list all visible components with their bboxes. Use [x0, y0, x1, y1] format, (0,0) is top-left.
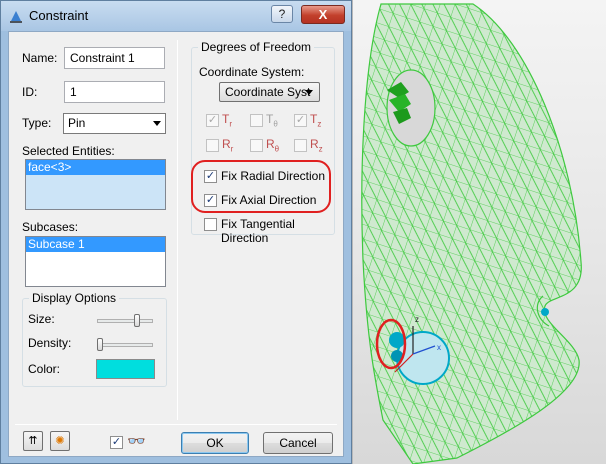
tz-label: Tz [310, 112, 321, 128]
rr-main: R [222, 137, 231, 151]
ttheta-label: Tθ [266, 112, 278, 128]
rz-main: R [310, 137, 319, 151]
rz-sub: z [318, 144, 323, 154]
chevron-down-icon [305, 90, 313, 95]
rtheta-sub: θ [274, 144, 280, 154]
subcases-list[interactable]: Subcase 1 [25, 236, 166, 287]
collapse-icon: ⇈ [28, 435, 38, 447]
density-slider-thumb[interactable] [97, 338, 103, 351]
rr-label: Rr [222, 137, 233, 153]
rtheta-checkbox [250, 139, 263, 152]
tr-label: Tr [222, 112, 232, 128]
type-label: Type: [22, 116, 52, 130]
list-item[interactable]: face<3> [26, 160, 165, 175]
selected-entities-list[interactable]: face<3> [25, 159, 166, 210]
id-label: ID: [22, 85, 38, 99]
selected-entities-label: Selected Entities: [22, 144, 115, 158]
density-label: Density: [28, 336, 72, 350]
rtheta-label: Rθ [266, 137, 279, 153]
svg-text:z: z [415, 315, 419, 324]
list-item[interactable]: Subcase 1 [26, 237, 165, 252]
tz-checkbox: ✓ [294, 114, 307, 127]
tz-sub: z [317, 119, 322, 129]
help-button[interactable]: ? [271, 5, 293, 23]
highlight-ring-fix-options [191, 160, 331, 213]
type-select-value: Pin [68, 116, 86, 130]
coordinate-system-value: Coordinate Syst [225, 85, 311, 99]
name-field[interactable]: Constraint 1 [64, 47, 165, 69]
glasses-icon: 👓 [127, 433, 146, 450]
footer-divider [15, 424, 337, 425]
fix-tangential-label: Fix Tangential Direction [221, 217, 295, 245]
constraint-app-icon [10, 11, 22, 23]
chevron-down-icon [153, 121, 161, 126]
size-label: Size: [28, 312, 55, 326]
display-options-title: Display Options [29, 291, 120, 305]
rz-label: Rz [310, 137, 323, 153]
model-viewport[interactable]: z x [352, 0, 606, 464]
ttheta-checkbox [250, 114, 263, 127]
constraint-dialog: Constraint ? X Name: Constraint 1 ID: 1 … [0, 0, 352, 464]
density-slider[interactable] [97, 343, 153, 347]
rz-checkbox [294, 139, 307, 152]
rtheta-main: R [266, 137, 275, 151]
list-selection-fill [26, 175, 165, 209]
color-label: Color: [28, 362, 61, 376]
star-button[interactable]: ✺ [50, 431, 70, 451]
tr-checkbox: ✓ [206, 114, 219, 127]
tr-sub: r [229, 119, 233, 129]
coordinate-system-label: Coordinate System: [199, 65, 305, 79]
ok-button[interactable]: OK [181, 432, 249, 454]
size-slider-thumb[interactable] [134, 314, 140, 327]
mesh-model: z x [361, 3, 582, 464]
column-divider [177, 40, 178, 420]
ttheta-sub: θ [273, 119, 278, 129]
cancel-button[interactable]: Cancel [263, 432, 333, 454]
svg-text:x: x [437, 343, 441, 352]
star-icon: ✺ [55, 435, 65, 447]
size-slider[interactable] [97, 319, 153, 323]
color-swatch[interactable] [96, 359, 155, 379]
collapse-button[interactable]: ⇈ [23, 431, 43, 451]
rr-checkbox [206, 139, 219, 152]
coordinate-system-select[interactable]: Coordinate Syst [219, 82, 320, 102]
type-select[interactable]: Pin [63, 113, 166, 134]
dof-title: Degrees of Freedom [198, 40, 315, 54]
show-glasses-checkbox[interactable]: ✓ [110, 436, 123, 449]
id-field[interactable]: 1 [64, 81, 165, 103]
rr-sub: r [230, 144, 234, 154]
dialog-body: Name: Constraint 1 ID: 1 Type: Pin Selec… [8, 31, 344, 457]
window-title: Constraint [29, 8, 89, 23]
title-bar[interactable]: Constraint ? X [1, 1, 351, 31]
subcases-label: Subcases: [22, 220, 79, 234]
close-button[interactable]: X [301, 5, 345, 24]
name-label: Name: [22, 51, 58, 65]
fix-tangential-checkbox[interactable] [204, 218, 217, 231]
